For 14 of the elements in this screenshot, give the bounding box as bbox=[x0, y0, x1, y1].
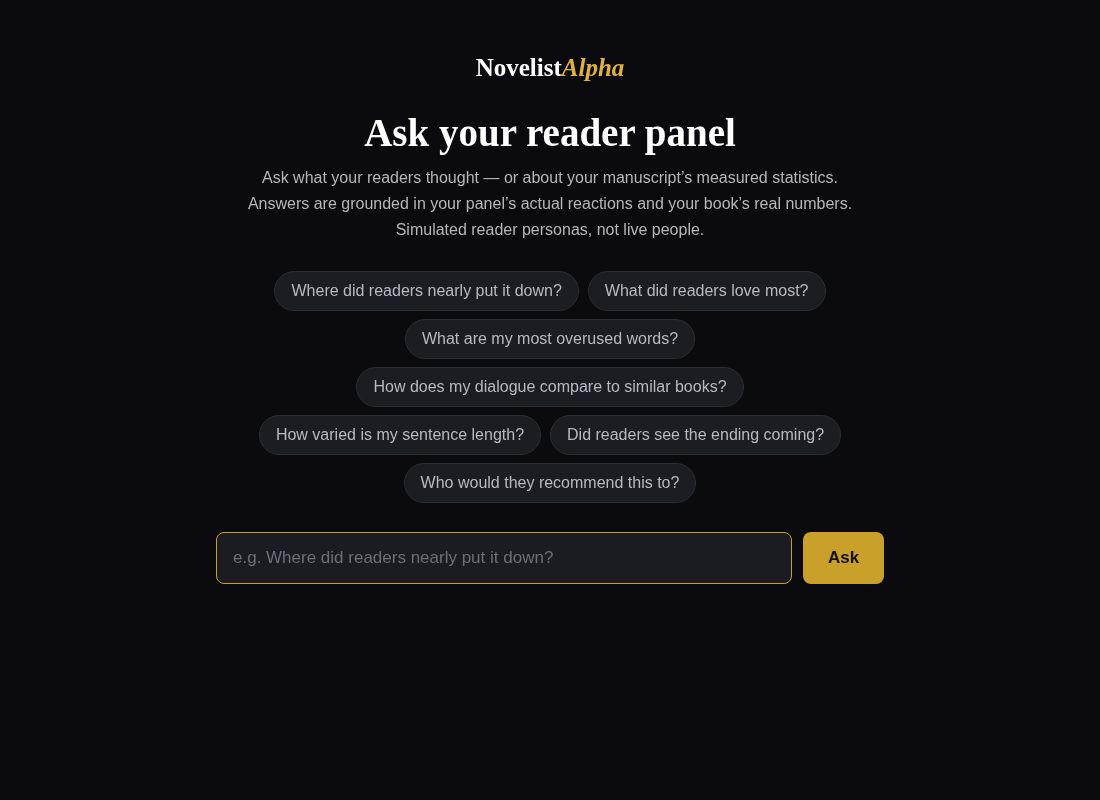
ask-button[interactable]: Ask bbox=[803, 532, 884, 584]
suggestion-chip[interactable]: How does my dialogue compare to similar books? bbox=[356, 367, 744, 407]
suggestion-chip[interactable]: What did readers love most? bbox=[587, 271, 826, 311]
intro-text: Answers are grounded in your panel’s actual reactions and your book’s real numbers. bbox=[247, 194, 853, 214]
suggestion-chip[interactable]: Where did readers nearly put it down? bbox=[274, 271, 579, 311]
intro-text: Ask what your readers thought — or about your manuscript’s measured statistics. bbox=[262, 168, 838, 188]
question-field[interactable]: e.g. Where did readers nearly put it down? bbox=[216, 532, 792, 584]
page-title: Ask your reader panel bbox=[364, 110, 736, 157]
suggestion-chip[interactable]: What are my most overused words? bbox=[404, 319, 696, 359]
suggestion-chip[interactable]: Who would they recommend this to? bbox=[403, 463, 697, 503]
suggestion-chip[interactable]: Did readers see the ending coming? bbox=[550, 415, 842, 455]
app-logo: NovelistAlpha bbox=[475, 53, 625, 83]
intro-text: Simulated reader personas, not live people. bbox=[395, 220, 705, 240]
suggestion-chip[interactable]: How varied is my sentence length? bbox=[258, 415, 542, 455]
